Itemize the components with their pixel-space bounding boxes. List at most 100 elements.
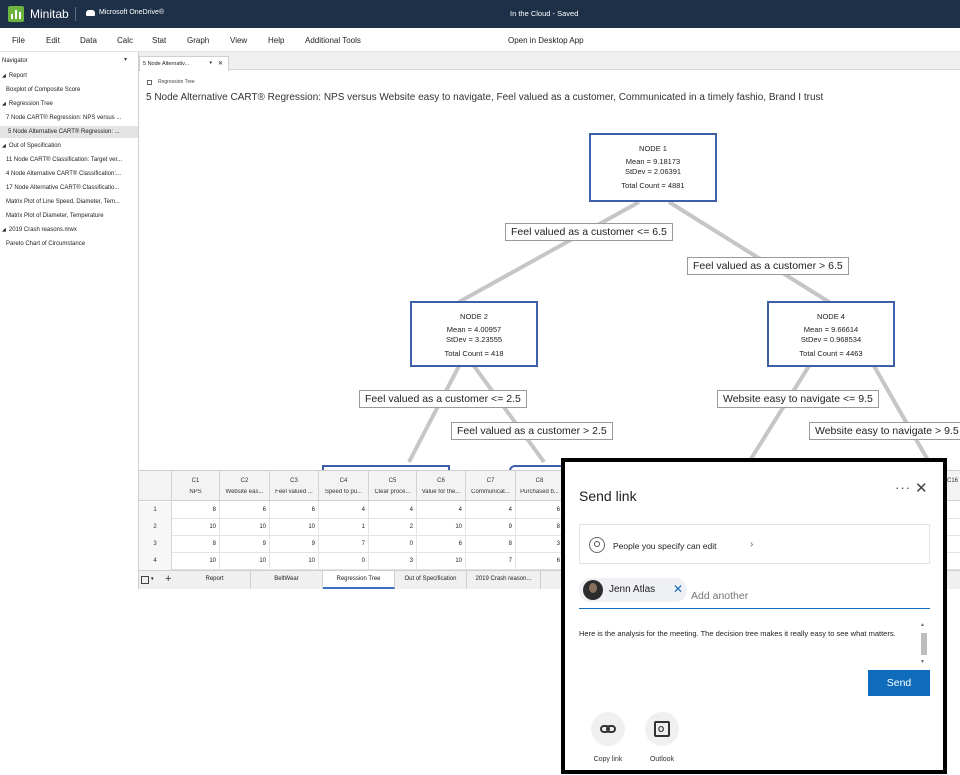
recipient-chip[interactable]: Jenn Atlas ✕ <box>579 578 687 602</box>
message-scrollbar[interactable]: ▲ ▼ <box>919 622 929 668</box>
remove-recipient-icon[interactable]: ✕ <box>673 582 683 596</box>
row-number[interactable]: 1 <box>139 502 172 519</box>
menu-file[interactable]: File <box>12 36 25 45</box>
corner-cell[interactable] <box>139 471 172 502</box>
column-header[interactable]: C6 Value for the... <box>417 471 466 502</box>
navigator-item[interactable]: Pareto Chart of Circumstance <box>6 238 142 250</box>
collapse-triangle-icon[interactable]: ◢ <box>2 101 6 107</box>
table-cell[interactable]: 8 <box>466 536 516 553</box>
table-cell[interactable]: 3 <box>516 536 564 553</box>
add-sheet-icon[interactable]: + <box>165 573 171 585</box>
tab-close-icon[interactable]: ✕ <box>218 60 223 67</box>
navigator-group-crash-reasons[interactable]: ◢ 2019 Crash reasons.mwx <box>2 224 138 236</box>
menu-edit[interactable]: Edit <box>46 36 60 45</box>
collapse-triangle-icon[interactable]: ◢ <box>2 73 6 79</box>
sheet-tab-regression-tree[interactable]: Regression Tree <box>323 571 395 589</box>
navigator-group-out-of-spec[interactable]: ◢ Out of Specification <box>2 140 138 152</box>
worksheet-grid-icon[interactable] <box>141 576 149 584</box>
sheet-tab-out-of-spec[interactable]: Out of Specification <box>395 571 467 589</box>
scroll-up-icon[interactable]: ▲ <box>920 622 925 628</box>
navigator-group-regression-tree[interactable]: ◢ Regression Tree <box>2 98 138 110</box>
table-cell[interactable]: 10 <box>220 553 270 570</box>
column-header[interactable]: C7 Communicat... <box>466 471 516 502</box>
navigator-item[interactable]: Matrix Plot of Diameter, Temperature <box>6 210 142 222</box>
table-cell[interactable]: 8 <box>172 536 220 553</box>
table-cell[interactable]: 10 <box>172 553 220 570</box>
table-cell[interactable]: 7 <box>319 536 369 553</box>
navigator-item[interactable]: 17 Node Alternative CART® Classificatio.… <box>6 182 142 194</box>
navigator-item[interactable]: 4 Node Alternative CART® Classification:… <box>6 168 142 180</box>
table-cell[interactable]: 2 <box>369 519 417 536</box>
tab-dropdown-icon[interactable]: ▾ <box>209 60 212 66</box>
collapse-triangle-icon[interactable]: ◢ <box>2 227 6 233</box>
sheet-tab-crash-reasons[interactable]: 2019 Crash reason... <box>467 571 541 589</box>
table-cell[interactable]: 7 <box>466 553 516 570</box>
document-tab[interactable]: 5 Node Alternativ... ▾ ✕ <box>139 56 229 71</box>
row-number[interactable]: 3 <box>139 536 172 553</box>
column-header[interactable]: C5 Clear proce... <box>369 471 417 502</box>
table-cell[interactable]: 8 <box>516 519 564 536</box>
column-header[interactable]: C16 <box>945 471 960 502</box>
table-cell[interactable]: 3 <box>369 553 417 570</box>
table-cell[interactable]: 4 <box>466 502 516 519</box>
open-in-desktop-button[interactable]: Open in Desktop App <box>508 36 584 45</box>
table-cell[interactable]: 10 <box>417 553 466 570</box>
table-cell[interactable]: 4 <box>417 502 466 519</box>
link-icon[interactable] <box>591 712 625 746</box>
column-header[interactable]: C2 Website eas... <box>220 471 270 502</box>
navigator-item[interactable]: 11 Node CART® Classification: Target ver… <box>6 154 142 166</box>
copy-link-option[interactable]: Copy link <box>586 712 630 763</box>
menu-calc[interactable]: Calc <box>117 36 133 45</box>
table-cell[interactable]: 8 <box>172 502 220 519</box>
menu-data[interactable]: Data <box>80 36 97 45</box>
tree-node-4[interactable]: NODE 4 Mean = 9.66614 StDev = 0.968534 To… <box>767 301 895 367</box>
add-recipient-input[interactable] <box>691 590 891 602</box>
table-cell[interactable]: 9 <box>466 519 516 536</box>
table-cell[interactable]: 10 <box>270 519 319 536</box>
column-header[interactable]: C8 Purchased b... <box>516 471 564 502</box>
row-number[interactable]: 4 <box>139 553 172 570</box>
table-cell[interactable]: 4 <box>319 502 369 519</box>
navigator-item[interactable]: Matrix Plot of Line Speed, Diameter, Tem… <box>6 196 142 208</box>
column-header[interactable]: C3 Feel valued ... <box>270 471 319 502</box>
menu-additional-tools[interactable]: Additional Tools <box>305 36 361 45</box>
more-options-icon[interactable]: ··· <box>895 480 911 495</box>
table-cell[interactable]: 9 <box>220 536 270 553</box>
navigator-item[interactable]: 7 Node CART® Regression: NPS versus ... <box>6 112 142 124</box>
navigator-group-report[interactable]: ◢ Report <box>2 70 138 82</box>
column-header[interactable]: C4 Speed to pu... <box>319 471 369 502</box>
table-cell[interactable]: 0 <box>369 536 417 553</box>
message-textarea[interactable]: Here is the analysis for the meeting. Th… <box>579 628 915 640</box>
chevron-down-icon[interactable]: ▾ <box>151 576 154 582</box>
table-cell[interactable]: 10 <box>220 519 270 536</box>
table-cell[interactable]: 6 <box>220 502 270 519</box>
table-cell[interactable]: 6 <box>417 536 466 553</box>
table-cell[interactable]: 10 <box>417 519 466 536</box>
send-button[interactable]: Send <box>868 670 930 696</box>
menu-help[interactable]: Help <box>268 36 284 45</box>
column-header[interactable]: C1 NPS <box>172 471 220 502</box>
scroll-thumb[interactable] <box>921 633 927 655</box>
collapse-triangle-icon[interactable]: ◢ <box>2 143 6 149</box>
table-cell[interactable]: 0 <box>319 553 369 570</box>
outlook-icon[interactable]: O <box>645 712 679 746</box>
table-cell[interactable]: 10 <box>270 553 319 570</box>
navigator-dropdown-icon[interactable]: ▾ <box>124 56 127 63</box>
menu-graph[interactable]: Graph <box>187 36 209 45</box>
outlook-option[interactable]: O Outlook <box>640 712 684 763</box>
close-icon[interactable]: ✕ <box>915 479 928 497</box>
table-cell[interactable]: 6 <box>516 502 564 519</box>
sheet-tab-beltwear[interactable]: BeltWear <box>251 571 323 589</box>
table-cell[interactable]: 10 <box>172 519 220 536</box>
sheet-tab-report[interactable]: Report <box>179 571 251 589</box>
menu-stat[interactable]: Stat <box>152 36 166 45</box>
row-number[interactable]: 2 <box>139 519 172 536</box>
table-cell[interactable]: 1 <box>319 519 369 536</box>
navigator-item[interactable]: Boxplot of Composite Score <box>6 84 142 96</box>
tree-node-2[interactable]: NODE 2 Mean = 4.00957 StDev = 3.23555 Tot… <box>410 301 538 367</box>
table-cell[interactable]: 4 <box>369 502 417 519</box>
table-cell[interactable]: 6 <box>270 502 319 519</box>
permission-settings-button[interactable]: People you specify can edit › <box>579 524 930 564</box>
menu-view[interactable]: View <box>230 36 247 45</box>
scroll-down-icon[interactable]: ▼ <box>920 659 925 665</box>
